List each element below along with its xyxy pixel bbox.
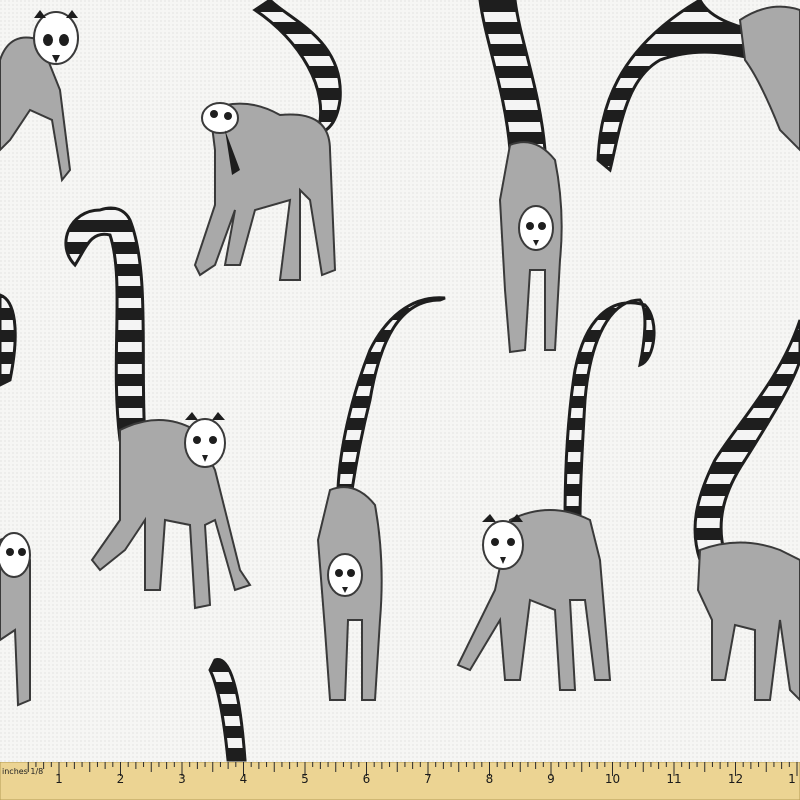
fabric-swatch: inches 1/8 1 2 3 4 5 6 7 8 9 10 11 12 1 xyxy=(0,0,800,800)
ruler-number: 1 xyxy=(788,772,796,786)
ruler-number: 2 xyxy=(116,772,125,786)
ruler-number: 7 xyxy=(424,772,432,786)
ruler-number: 8 xyxy=(485,772,494,786)
ruler-number: 10 xyxy=(604,772,621,786)
ruler-number: 12 xyxy=(727,772,744,786)
ruler-number: 3 xyxy=(178,772,186,786)
ruler-number: 9 xyxy=(547,772,555,786)
ruler-number: 1 xyxy=(55,772,63,786)
ruler-number: 4 xyxy=(239,772,248,786)
ruler-number: 11 xyxy=(666,772,682,786)
lemur-pattern xyxy=(0,0,800,800)
ruler-unit-label: inches 1/8 xyxy=(2,767,44,776)
ruler-number: 5 xyxy=(301,772,309,786)
ruler-number: 6 xyxy=(362,772,371,786)
